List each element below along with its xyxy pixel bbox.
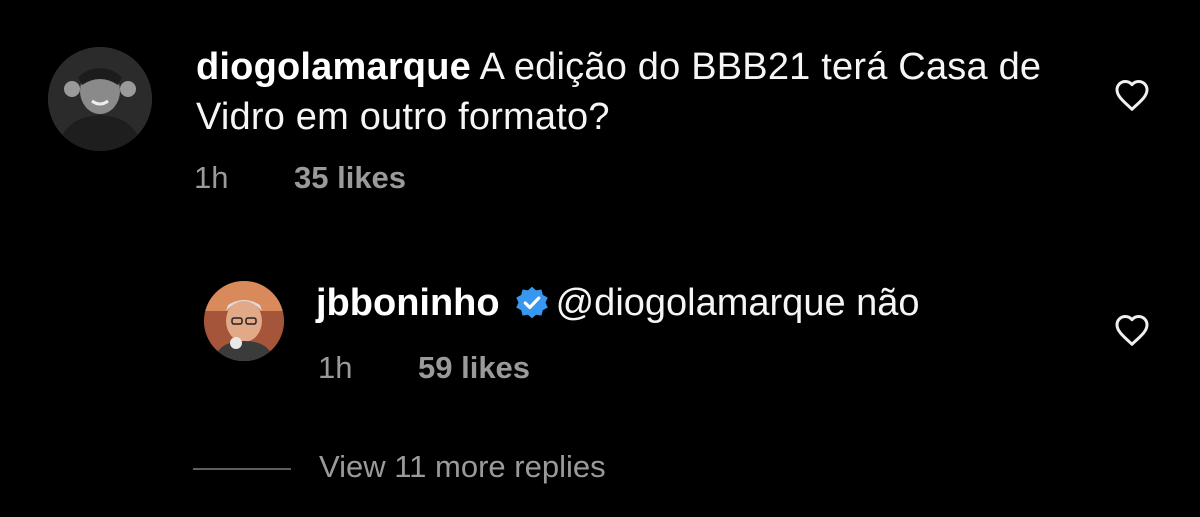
comment-likes-count[interactable]: 35 likes — [294, 160, 406, 196]
reply-avatar[interactable] — [204, 281, 284, 361]
reply-body: @diogolamarque não — [555, 282, 920, 324]
reply-username[interactable]: jbboninho — [316, 282, 500, 324]
divider-line — [193, 468, 291, 470]
reply-likes-count[interactable]: 59 likes — [418, 350, 530, 386]
heart-icon[interactable] — [1114, 78, 1150, 112]
comment-username[interactable]: diogolamarque — [196, 46, 471, 88]
view-more-replies-label: View 11 more replies — [319, 449, 606, 484]
reply-timestamp: 1h — [318, 350, 353, 385]
view-more-replies-button[interactable]: View 11 more replies — [193, 447, 793, 491]
commenter-avatar[interactable] — [48, 47, 152, 151]
reply-text-block: jbboninho @diogolamarque não — [316, 278, 1076, 328]
verified-badge-icon — [514, 285, 550, 321]
comment: diogolamarque A edição do BBB21 terá Cas… — [0, 0, 1200, 210]
comment-text-block: diogolamarque A edição do BBB21 terá Cas… — [196, 42, 1056, 142]
heart-icon[interactable] — [1114, 313, 1150, 347]
comment-timestamp: 1h — [194, 160, 229, 195]
